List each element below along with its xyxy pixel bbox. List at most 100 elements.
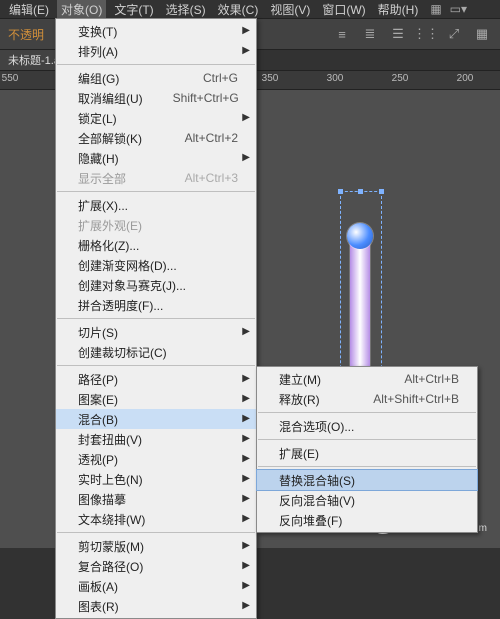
submenu-arrow-icon: ▶: [242, 493, 250, 504]
main_menu-label: 文本绕排(W): [78, 511, 238, 528]
main_menu-item[interactable]: 复合路径(O)▶: [56, 556, 256, 576]
main_menu-item[interactable]: 图像描摹 ▶: [56, 489, 256, 509]
sub_menu-label: 反向堆叠(F): [279, 512, 459, 529]
main_menu-item[interactable]: 排列(A) ▶: [56, 41, 256, 61]
main_menu-label: 创建渐变网格(D)...: [78, 257, 238, 274]
main_menu-label: 创建裁切标记(C): [78, 344, 238, 361]
transform-icon[interactable]: ⤢: [444, 24, 464, 44]
main_menu-item[interactable]: 文本绕排(W) ▶: [56, 509, 256, 529]
align-right-icon[interactable]: ☰: [388, 24, 408, 44]
sub_menu-item[interactable]: 替换混合轴(S): [257, 470, 477, 490]
sub_menu-label: 反向混合轴(V): [279, 492, 459, 509]
sub_menu-item[interactable]: 释放(R)Alt+Shift+Ctrl+B: [257, 389, 477, 409]
ruler-tick: 200: [457, 73, 474, 84]
main_menu-label: 扩展外观(E): [78, 217, 238, 234]
sub_menu-item[interactable]: 扩展(E): [257, 443, 477, 463]
blend-submenu: 建立(M)Alt+Ctrl+B释放(R)Alt+Shift+Ctrl+B混合选项…: [256, 366, 478, 533]
layout-icon[interactable]: ▭▾: [450, 2, 467, 16]
menu-help[interactable]: 帮助(H): [374, 0, 423, 19]
main_menu-item[interactable]: 剪切蒙版(M) ▶: [56, 536, 256, 556]
submenu-arrow-icon: ▶: [242, 373, 250, 384]
main_menu-item[interactable]: 路径(P) ▶: [56, 369, 256, 389]
submenu-arrow-icon: ▶: [242, 580, 250, 591]
main_menu-label: 实时上色(N): [78, 471, 238, 488]
object-menu: 变换(T)▶排列(A)▶编组(G)Ctrl+G取消编组(U)Shift+Ctrl…: [55, 18, 257, 619]
main_menu-item[interactable]: 锁定(L)▶: [56, 108, 256, 128]
main_menu-label: 封套扭曲(V): [78, 431, 238, 448]
main_menu-item[interactable]: 创建对象马赛克(J)...: [56, 275, 256, 295]
sub_menu-label: 释放(R): [279, 391, 373, 408]
menu-text[interactable]: 文字(T): [110, 0, 157, 19]
main_menu-item: 扩展外观(E): [56, 215, 256, 235]
sub_menu-item[interactable]: 混合选项(O)...: [257, 416, 477, 436]
submenu-arrow-icon: ▶: [242, 25, 250, 36]
menu-window[interactable]: 窗口(W): [318, 0, 369, 19]
main_menu-shortcut: Ctrl+G: [203, 71, 238, 85]
main_menu-item[interactable]: 画板(A) ▶: [56, 576, 256, 596]
main_menu-label: 排列(A): [78, 43, 238, 60]
submenu-arrow-icon: ▶: [242, 112, 250, 123]
main_menu-item[interactable]: 隐藏(H)▶: [56, 148, 256, 168]
main_menu-item[interactable]: 取消编组(U)Shift+Ctrl+G: [56, 88, 256, 108]
main_menu-label: 变换(T): [78, 23, 238, 40]
main_menu-label: 图案(E): [78, 391, 238, 408]
submenu-arrow-icon: ▶: [242, 560, 250, 571]
main_menu-label: 画板(A): [78, 578, 238, 595]
main_menu-label: 混合(B): [78, 411, 238, 428]
main_menu-item[interactable]: 实时上色(N)▶: [56, 469, 256, 489]
menu-effect[interactable]: 效果(C): [214, 0, 263, 19]
main_menu-item[interactable]: 全部解锁(K)Alt+Ctrl+2: [56, 128, 256, 148]
main_menu-item[interactable]: 混合(B)▶: [56, 409, 256, 429]
menubar: 编辑(E) 对象(O) 文字(T) 选择(S) 效果(C) 视图(V) 窗口(W…: [0, 0, 500, 18]
main_menu-label: 编组(G): [78, 70, 203, 87]
distribute-icon[interactable]: ⋮⋮: [416, 24, 436, 44]
submenu-arrow-icon: ▶: [242, 393, 250, 404]
main_menu-item[interactable]: 切片(S) ▶: [56, 322, 256, 342]
ruler-tick: 550: [2, 73, 19, 84]
main_menu-label: 路径(P): [78, 371, 238, 388]
align-left-icon[interactable]: ≡: [332, 24, 352, 44]
main_menu-item[interactable]: 创建渐变网格(D)...: [56, 255, 256, 275]
main_menu-shortcut: Alt+Ctrl+2: [185, 131, 238, 145]
submenu-arrow-icon: ▶: [242, 513, 250, 524]
main_menu-item[interactable]: 变换(T) ▶: [56, 21, 256, 41]
sub_menu-shortcut: Alt+Ctrl+B: [404, 372, 459, 386]
sub_menu-item[interactable]: 反向堆叠(F): [257, 510, 477, 530]
main_menu-label: 扩展(X)...: [78, 197, 238, 214]
main_menu-label: 剪切蒙版(M): [78, 538, 238, 555]
sub_menu-item[interactable]: 建立(M)Alt+Ctrl+B: [257, 369, 477, 389]
sub_menu-shortcut: Alt+Shift+Ctrl+B: [373, 392, 459, 406]
opacity-label: 不透明: [8, 26, 44, 43]
sub_menu-label: 替换混合轴(S): [279, 472, 459, 489]
main_menu-item[interactable]: 透视(P)▶: [56, 449, 256, 469]
main_menu-item[interactable]: 创建裁切标记(C): [56, 342, 256, 362]
blend-cap-top: [347, 223, 373, 249]
main_menu-item[interactable]: 图表(R)▶: [56, 596, 256, 616]
menu-view[interactable]: 视图(V): [266, 0, 314, 19]
main_menu-label: 全部解锁(K): [78, 130, 185, 147]
menu-edit[interactable]: 编辑(E): [5, 0, 53, 19]
main_menu-label: 拼合透明度(F)...: [78, 297, 238, 314]
main_menu-item[interactable]: 编组(G)Ctrl+G: [56, 68, 256, 88]
main_menu-item[interactable]: 封套扭曲(V) ▶: [56, 429, 256, 449]
main_menu-shortcut: Alt+Ctrl+3: [185, 171, 238, 185]
submenu-arrow-icon: ▶: [242, 540, 250, 551]
menu-object[interactable]: 对象(O): [57, 0, 106, 19]
main_menu-label: 图像描摹: [78, 491, 238, 508]
main_menu-label: 图表(R): [78, 598, 238, 615]
ruler-tick: 350: [262, 73, 279, 84]
main_menu-item[interactable]: 栅格化(Z)...: [56, 235, 256, 255]
grid-icon[interactable]: ▦: [472, 24, 492, 44]
align-center-icon[interactable]: ≣: [360, 24, 380, 44]
submenu-arrow-icon: ▶: [242, 45, 250, 56]
sub_menu-label: 扩展(E): [279, 445, 459, 462]
main_menu-item[interactable]: 扩展(X)...: [56, 195, 256, 215]
submenu-arrow-icon: ▶: [242, 326, 250, 337]
submenu-arrow-icon: ▶: [242, 433, 250, 444]
sub_menu-item[interactable]: 反向混合轴(V): [257, 490, 477, 510]
main_menu-label: 切片(S): [78, 324, 238, 341]
menu-select[interactable]: 选择(S): [162, 0, 210, 19]
main_menu-item[interactable]: 图案(E) ▶: [56, 389, 256, 409]
stock-icon[interactable]: ▦: [430, 2, 441, 16]
main_menu-item[interactable]: 拼合透明度(F)...: [56, 295, 256, 315]
